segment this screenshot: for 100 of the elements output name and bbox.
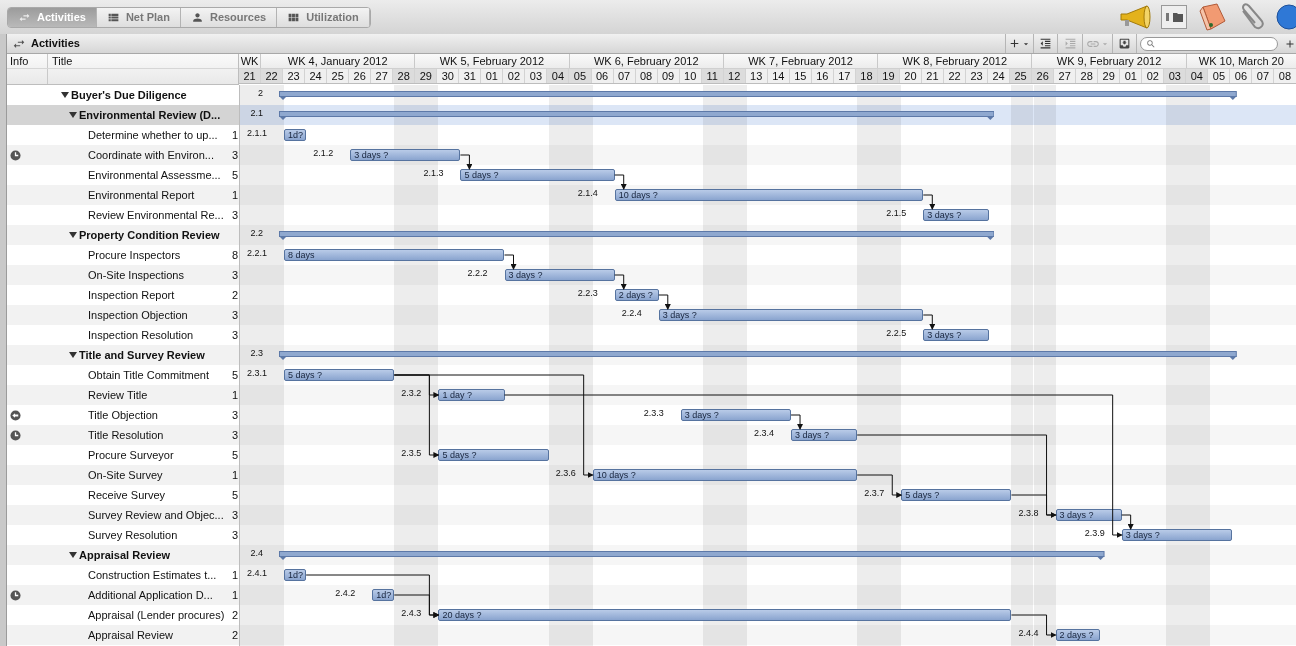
duration-text: 3 — [230, 307, 239, 323]
activity-row[interactable]: On-Site Inspections 3 — [7, 265, 239, 285]
disclosure-triangle-icon[interactable] — [69, 111, 77, 119]
activity-row[interactable]: Survey Review and Objec... 3 — [7, 505, 239, 525]
activity-row[interactable]: Inspection Objection 3 — [7, 305, 239, 325]
summary-bar[interactable] — [279, 231, 995, 240]
summary-bar[interactable] — [279, 111, 995, 120]
task-bar[interactable]: 2 days ? — [614, 289, 659, 301]
task-bar[interactable]: 3 days ? — [923, 329, 990, 341]
day-header: 22 — [944, 69, 967, 83]
activity-row[interactable]: Coordinate with Environ... 3 — [7, 145, 239, 165]
task-bar[interactable]: 1 day ? — [438, 389, 505, 401]
column-header[interactable]: Title — [48, 54, 238, 68]
task-bar[interactable]: 3 days ? — [680, 409, 792, 421]
task-bar[interactable]: 1d? — [284, 569, 307, 581]
view-tab[interactable]: Utilization — [277, 7, 370, 27]
outdent-icon — [1039, 37, 1052, 50]
duration-text: 3 — [230, 427, 239, 443]
task-bar[interactable]: 3 days ? — [350, 149, 461, 161]
task-bar[interactable]: 3 days ? — [658, 309, 924, 321]
day-header: 06 — [1230, 69, 1253, 83]
task-bar[interactable]: 3 days ? — [504, 269, 615, 281]
activity-row[interactable]: On-Site Survey 1 — [7, 465, 239, 485]
disclosure-triangle-icon[interactable] — [69, 351, 77, 359]
wbs-label: 2.3.2 — [401, 387, 422, 399]
task-bar[interactable]: 1d? — [284, 129, 307, 141]
disclosure-triangle-icon[interactable] — [69, 231, 77, 239]
day-header: 08 — [1274, 69, 1296, 83]
day-header: 30 — [437, 69, 460, 83]
activity-title: Obtain Title Commitment — [88, 367, 210, 383]
activity-title: Inspection Resolution — [88, 327, 194, 343]
task-bar[interactable]: 3 days ? — [1121, 529, 1232, 541]
activity-row[interactable]: Additional Application D... 1 — [7, 585, 239, 605]
activity-row[interactable]: Environmental Report 1 — [7, 185, 239, 205]
activity-row[interactable]: Appraisal Review — [7, 545, 239, 565]
task-bar[interactable]: 5 days ? — [901, 489, 1012, 501]
wbs-label: 2.2.2 — [467, 267, 488, 279]
wbs-label: 2.4.1 — [247, 567, 268, 579]
view-tab[interactable]: Resources — [180, 7, 278, 27]
panel-title: Activities — [31, 36, 80, 52]
day-header: 26 — [349, 69, 372, 83]
day-header: 04 — [547, 69, 570, 83]
duration-text: 5 — [230, 447, 239, 463]
task-bar[interactable]: 8 days — [284, 249, 505, 261]
activity-row[interactable]: Appraisal Review 2 — [7, 625, 239, 645]
day-header: 08 — [635, 69, 658, 83]
day-header: 01 — [1120, 69, 1143, 83]
task-bar[interactable]: 10 days ? — [614, 189, 924, 201]
view-tab[interactable]: Net Plan — [96, 7, 181, 27]
dependency-line — [922, 314, 936, 330]
summary-bar[interactable] — [279, 551, 1105, 560]
task-bar[interactable]: 3 days ? — [791, 429, 858, 441]
duration-text: 3 — [230, 207, 239, 223]
column-header[interactable]: Info — [7, 54, 48, 68]
megaphone-icon[interactable] — [1119, 5, 1151, 29]
task-bar[interactable]: 10 days ? — [592, 469, 858, 481]
wbs-label: 2.2.5 — [886, 327, 907, 339]
task-bar[interactable]: 3 days ? — [923, 209, 990, 221]
wbs-label: 2.4.4 — [1018, 627, 1039, 639]
duration-text: 3 — [230, 527, 239, 543]
wbs-label: 2.4.2 — [335, 587, 356, 599]
book-icon[interactable] — [1197, 3, 1227, 31]
task-bar[interactable]: 3 days ? — [1055, 509, 1122, 521]
day-header: 29 — [415, 69, 438, 83]
day-header: 16 — [811, 69, 834, 83]
duration-text: 3 — [230, 267, 239, 283]
activity-row[interactable]: Title Resolution 3 — [7, 425, 239, 445]
summary-bar[interactable] — [279, 91, 1237, 100]
task-bar[interactable]: 1d? — [372, 589, 395, 601]
activity-title: Survey Review and Objec... — [88, 507, 224, 523]
task-bar[interactable]: 5 days ? — [460, 169, 615, 181]
dependency-line — [504, 254, 517, 270]
disclosure-triangle-icon[interactable] — [69, 551, 77, 559]
panel-toggle-icon[interactable] — [1161, 5, 1187, 29]
wbs-label: 2.2.3 — [577, 287, 598, 299]
day-header: 05 — [1208, 69, 1231, 83]
duration-text: 8 — [230, 247, 239, 263]
wbs-label: 2.3.5 — [401, 447, 422, 459]
day-header: 11 — [701, 69, 724, 83]
activity-title: Survey Resolution — [88, 527, 178, 543]
activity-row[interactable]: Property Condition Review — [7, 225, 239, 245]
task-bar[interactable]: 20 days ? — [438, 609, 1012, 621]
activity-row[interactable]: Title and Survey Review — [7, 345, 239, 365]
inbox-button[interactable] — [1112, 34, 1137, 53]
task-bar[interactable]: 5 days ? — [438, 449, 549, 461]
search-field[interactable] — [1140, 36, 1278, 51]
task-bar[interactable]: 2 days ? — [1055, 629, 1100, 641]
wbs-label: 2.3.3 — [643, 407, 664, 419]
activity-row[interactable]: Environmental Review (D... — [7, 105, 239, 125]
help-icon[interactable] — [1275, 3, 1296, 31]
disclosure-triangle-icon[interactable] — [61, 91, 69, 99]
day-header: 22 — [261, 69, 284, 83]
task-bar[interactable]: 5 days ? — [284, 369, 395, 381]
duration-text: 1 — [230, 467, 239, 483]
activity-title: Review Title — [88, 387, 148, 403]
dependency-line — [922, 194, 936, 210]
activity-row[interactable]: Review Title 1 — [7, 385, 239, 405]
wbs-label: 2.2.4 — [621, 307, 642, 319]
summary-bar[interactable] — [279, 351, 1237, 360]
activity-title: Inspection Report — [88, 287, 175, 303]
